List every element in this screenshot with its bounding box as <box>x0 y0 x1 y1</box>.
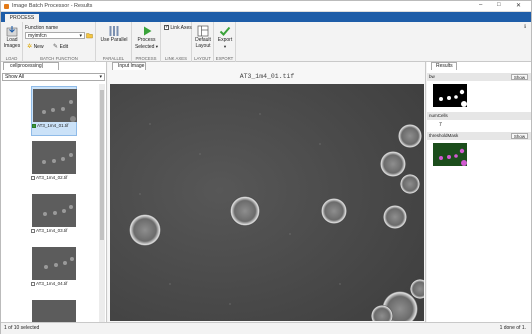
load-section: Load Images LOAD <box>1 22 23 62</box>
thumbnail-item[interactable]: AT3_1m4_04.tif <box>31 245 77 295</box>
chevron-down-icon[interactable]: ▾ <box>99 74 102 81</box>
microscopy-image[interactable] <box>110 84 424 321</box>
thumbnail-item[interactable]: AT3_1m4_03.tif <box>31 192 77 242</box>
thumbnail-image <box>33 89 77 122</box>
result-row-thresholdmask: thresholdMask Show <box>427 132 531 140</box>
new-function-button[interactable]: ✲ New <box>27 43 44 50</box>
thumbnail-image <box>32 300 76 322</box>
threshold-mask-thumbnail <box>433 143 467 166</box>
tab-cellprocessing[interactable]: cellprocessing| <box>3 62 59 70</box>
function-name-label: Function name <box>25 25 59 31</box>
result-row-numcells: numCells <box>427 112 531 120</box>
chevron-down-icon[interactable]: ▾ <box>79 33 82 39</box>
numcells-value: 7 <box>439 122 442 128</box>
new-icon: ✲ <box>27 44 33 50</box>
tab-input-image[interactable]: Input Image <box>112 62 146 70</box>
app-icon <box>4 4 9 9</box>
chevron-down-icon: ▾ <box>155 43 159 49</box>
window-title: Image Batch Processor - Results <box>12 3 93 9</box>
input-image-panel: Input Image AT3_1m4_01.tif <box>108 62 426 322</box>
results-panel: Results bw Show numCells 7 thresholdMask… <box>427 62 531 322</box>
thumbnail-picture <box>32 194 76 227</box>
thumbnail-image <box>32 247 76 280</box>
checkbox-icon[interactable] <box>31 175 35 180</box>
thumbnail-list: AT3_1m4_01.tif AT3_1m4_02.tif AT3_1m4_03… <box>1 84 99 322</box>
scrollbar-thumb[interactable] <box>100 90 104 240</box>
status-bar: 1 of 10 selected 1 done of 1. <box>1 322 531 334</box>
checkbox-checked-icon: ✓ <box>164 24 170 31</box>
folder-icon[interactable] <box>86 32 93 39</box>
image-title: AT3_1m4_01.tif <box>239 73 295 80</box>
show-filter-select[interactable]: Show All ▾ <box>2 73 105 81</box>
maximize-icon[interactable]: □ <box>497 2 501 8</box>
show-bw-button[interactable]: Show <box>511 74 528 80</box>
layout-icon <box>197 25 209 37</box>
tab-process[interactable]: PROCESS <box>5 14 39 22</box>
thumbnail-picture <box>32 300 76 322</box>
app-window: Image Batch Processor - Results – □ ✕ PR… <box>0 0 532 334</box>
minimize-icon[interactable]: – <box>479 2 482 8</box>
tab-results[interactable]: Results <box>431 62 457 70</box>
process-section: Process Selected ▾ PROCESS <box>132 22 161 62</box>
link-axes-section: ✓ Link Axes LINK AXES <box>161 22 192 62</box>
thumbnail-scrollbar[interactable] <box>99 84 105 322</box>
toolstrip-tabs: PROCESS <box>1 12 531 22</box>
chevron-down-icon: ▾ <box>223 43 227 49</box>
close-icon[interactable]: ✕ <box>516 2 521 9</box>
use-parallel-button[interactable]: Use Parallel <box>98 25 130 44</box>
edit-icon: ✎ <box>53 44 59 50</box>
parallel-section: Use Parallel PARALLEL <box>96 22 132 62</box>
export-section: Export ▾ EXPORT <box>214 22 236 62</box>
thumbnail-picture <box>33 89 77 122</box>
help-icon[interactable]: ℹ <box>524 24 526 30</box>
layout-section: Default Layout LAYOUT <box>192 22 214 62</box>
thumbnail-image <box>32 141 76 174</box>
load-images-icon <box>6 26 18 37</box>
thumbnail-item[interactable]: AT3_1m4_01.tif <box>31 86 77 136</box>
checkbox-icon[interactable] <box>31 228 35 233</box>
ribbon: Load Images LOAD Function name myimfcn ▾… <box>1 22 531 62</box>
process-status: 1 done of 1. <box>499 325 526 331</box>
thumbnail-panel: cellprocessing| Show All ▾ AT3_1m4_01.ti… <box>1 62 107 322</box>
parallel-icon <box>109 26 119 36</box>
default-layout-button[interactable]: Default Layout <box>192 25 214 49</box>
edit-function-button[interactable]: ✎ Edit <box>53 43 68 50</box>
link-axes-checkbox[interactable]: ✓ Link Axes <box>164 25 192 31</box>
checkbox-icon[interactable] <box>32 123 36 128</box>
load-images-button[interactable]: Load Images <box>2 25 22 49</box>
result-row-bw: bw Show <box>427 73 531 81</box>
batch-function-section: Function name myimfcn ▾ ✲ New ✎ Edit BAT… <box>23 22 96 62</box>
selection-status: 1 of 10 selected <box>4 325 40 331</box>
title-bar: Image Batch Processor - Results – □ ✕ <box>1 1 531 12</box>
export-check-icon <box>219 26 231 36</box>
bw-mask-thumbnail <box>433 84 467 107</box>
play-icon <box>143 26 151 36</box>
thumbnail-image <box>32 194 76 227</box>
show-thresholdmask-button[interactable]: Show <box>511 133 528 139</box>
thumbnail-picture <box>32 141 76 174</box>
checkbox-icon[interactable] <box>31 281 35 286</box>
thumbnail-item[interactable] <box>31 298 77 322</box>
thumbnail-picture <box>32 247 76 280</box>
thumbnail-item[interactable]: AT3_1m4_02.tif <box>31 139 77 189</box>
process-selected-button[interactable]: Process Selected ▾ <box>133 25 160 50</box>
export-button[interactable]: Export ▾ <box>214 25 236 50</box>
function-name-field[interactable]: myimfcn ▾ <box>25 32 85 39</box>
